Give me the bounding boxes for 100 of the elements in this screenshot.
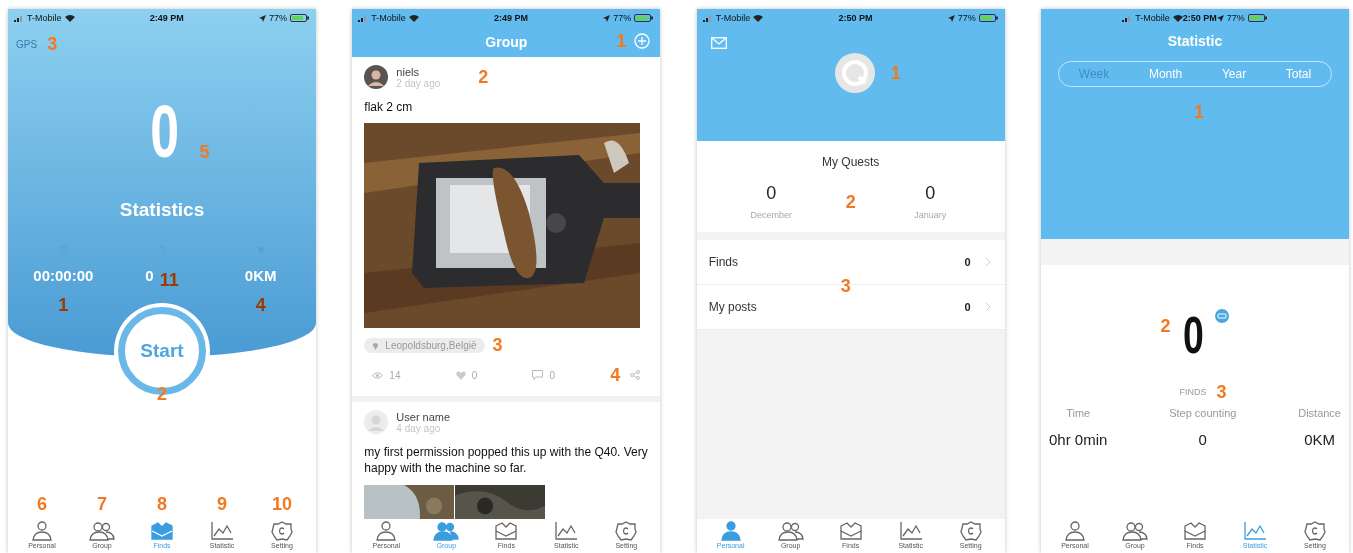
finds-label: FINDS [1179, 387, 1207, 397]
share-button[interactable] [630, 370, 641, 381]
annotation-number: 8 [157, 495, 167, 513]
mail-button[interactable] [710, 37, 727, 49]
annotation-number: 1 [58, 296, 69, 314]
month-label: December [750, 210, 792, 220]
signal-icon [1122, 14, 1133, 22]
group-icon [433, 521, 460, 541]
location-arrow-icon [258, 14, 266, 22]
clock-time: 2:50 PM [838, 13, 873, 23]
carrier-name: T-Mobile [715, 13, 751, 23]
chevron-right-icon [984, 257, 991, 267]
envelope-icon [710, 37, 727, 49]
section-title: My Quests [821, 155, 880, 169]
settings-icon [1304, 521, 1326, 541]
annotation-number: 3 [1216, 383, 1227, 401]
battery-percent: 77% [613, 13, 632, 23]
avatar-placeholder-icon [364, 410, 389, 435]
battery-icon [978, 14, 999, 22]
screen-title: Statistic [1167, 33, 1223, 49]
location-arrow-icon [603, 14, 611, 22]
battery-percent: 77% [957, 13, 976, 23]
quest-count: 0 [766, 183, 777, 204]
battery-icon [634, 14, 655, 22]
annotation-number: 1 [1193, 103, 1204, 121]
post-text: flak 2 cm [364, 99, 414, 116]
quest-count: 0 [925, 183, 936, 204]
line-chart-icon [210, 521, 234, 541]
post-text: my first permission popped this up with the Q40. Very happy with the machine so far. [364, 444, 649, 477]
annotation-number: 6 [37, 495, 47, 513]
post-time: 4 day ago [396, 422, 442, 434]
metric-value: 0 [1198, 431, 1207, 448]
avatar-placeholder-icon[interactable] [834, 53, 875, 93]
metric-value: 0hr 0min [1049, 431, 1108, 448]
author-name: niels [396, 65, 420, 78]
line-chart-icon [1242, 521, 1267, 541]
plus-circle-icon [634, 33, 651, 49]
settings-icon [959, 521, 982, 541]
annotation-number: 4 [610, 366, 621, 385]
signal-icon [702, 14, 713, 22]
annotation-number: 9 [217, 495, 227, 513]
line-chart-icon [554, 521, 579, 541]
battery-percent: 77% [268, 13, 287, 23]
gps-indicator: GPS [16, 38, 38, 50]
person-icon [1063, 521, 1086, 541]
comment-icon [532, 370, 544, 381]
pin-icon [372, 340, 380, 350]
clock-time: 2:49 PM [149, 13, 184, 23]
share-icon [630, 370, 641, 381]
carrier-name: T-Mobile [371, 13, 406, 23]
annotation-number: 11 [159, 271, 179, 289]
person-icon [719, 521, 742, 541]
group-icon [777, 521, 804, 541]
location-arrow-icon [947, 14, 955, 22]
screen-title: Statistics [118, 199, 206, 221]
month-label: January [914, 210, 947, 220]
battery-percent: 77% [1226, 13, 1245, 23]
chevron-right-icon [984, 302, 991, 312]
screen-title: Group [485, 34, 528, 50]
box-icon [150, 521, 174, 541]
group-icon [89, 521, 115, 541]
finds-count: 0 [150, 95, 180, 169]
annotation-number: 5 [199, 143, 210, 161]
box-icon [494, 521, 519, 541]
metric-label: Time [1066, 407, 1091, 419]
add-button[interactable] [634, 33, 651, 49]
annotation-number: 3 [492, 336, 503, 355]
annotation-number: 2 [1160, 317, 1171, 335]
annotation-number: 1 [616, 32, 627, 50]
metric-label: Distance [1298, 407, 1341, 419]
settings-icon [615, 521, 638, 541]
finds-count: 0 [1182, 309, 1204, 361]
line-chart-icon [898, 521, 923, 541]
user-avatar [364, 65, 389, 89]
stat-value: 00:00:00 [33, 267, 94, 284]
person-icon [375, 521, 398, 541]
post-time: 2 day ago [396, 77, 441, 89]
annotation-number: 7 [97, 495, 107, 513]
author-name: User name [396, 410, 451, 423]
wifi-icon [64, 14, 75, 22]
settings-icon [271, 521, 293, 541]
metric-label: Step counting [1169, 407, 1237, 419]
group-icon [1122, 521, 1148, 541]
person-icon [31, 521, 53, 541]
annotation-number: 2 [845, 192, 856, 211]
annotation-number: 3 [47, 35, 58, 53]
annotation-number: 2 [478, 68, 489, 86]
wifi-icon [408, 14, 419, 22]
wifi-icon [1172, 14, 1183, 22]
carrier-name: T-Mobile [27, 13, 62, 23]
annotation-number: 1 [890, 64, 901, 82]
battery-icon [1247, 14, 1268, 22]
annotation-number: 4 [255, 296, 266, 314]
location-arrow-icon [1216, 14, 1224, 22]
stat-value: 0KM [244, 267, 277, 284]
badge-icon [1215, 309, 1230, 323]
heart-icon [455, 370, 466, 380]
clock-time: 2:50 PM [1182, 13, 1217, 23]
stat-value: 0 [145, 267, 154, 284]
carrier-name: T-Mobile [1135, 13, 1170, 23]
